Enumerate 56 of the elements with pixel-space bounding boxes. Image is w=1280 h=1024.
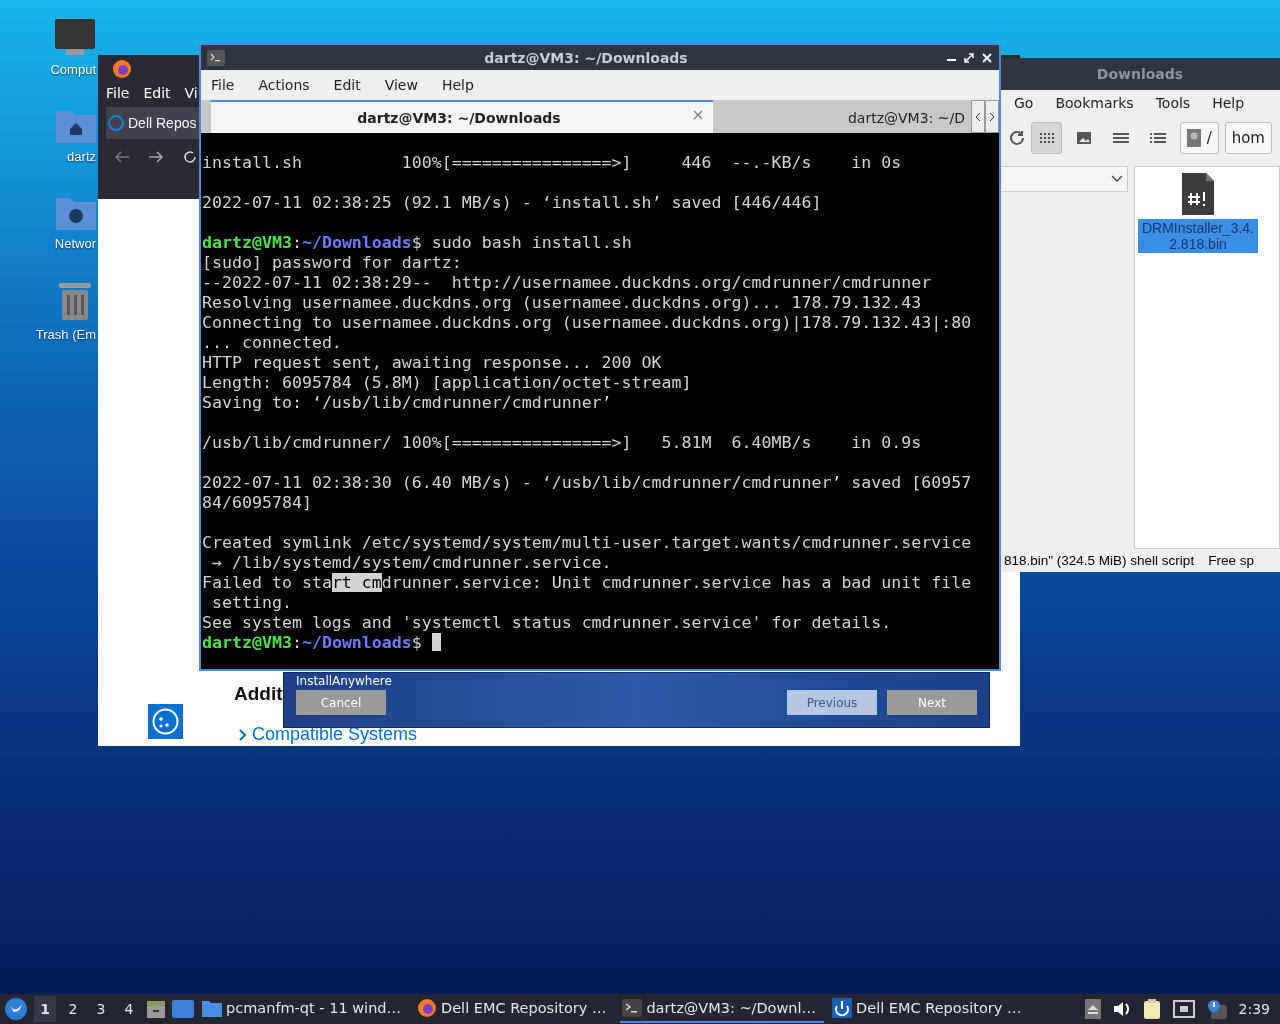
terminal-line: Created symlink /etc/systemd/system/multi-user.target.wants/cmdrunner.service [202,533,973,553]
free-space-text: Free sp [1208,553,1254,568]
browser-tab[interactable]: Dell Repos [106,107,199,139]
terminal-line: ... connected. [202,333,343,353]
menu-item[interactable]: File [211,77,235,93]
terminal-line: Connecting to usernamee.duckdns.org (usernamee.duckdns.org)|178.79.132.43|:80 [202,313,973,333]
terminal-line: HTTP request sent, awaiting response... 200 OK [202,353,663,373]
task-button[interactable]: dartz@VM3: ~/Downl… [620,995,825,1023]
terminal-line: install.sh 100%[================>] 446 --.-KB/s in 0s [202,153,903,173]
menu-item[interactable]: Bookmarks [1055,95,1134,111]
menu-item[interactable]: View [384,77,418,93]
task-button[interactable]: Dell EMC Repository … [415,995,615,1023]
terminal-line: 84/6095784] [202,493,313,513]
path-button[interactable]: / [1179,122,1219,154]
clock: 2:39 [1238,1001,1270,1017]
menu-item[interactable]: Go [1014,95,1034,111]
desktop-icon-label[interactable]: Networ [54,236,96,251]
terminal-tab[interactable]: dartz@VM3: ~/Downloads [211,100,713,133]
menu-item[interactable]: Tools [1155,95,1191,111]
menu-item[interactable]: Actions [258,77,310,93]
terminal-line: → /lib/systemd/system/cmdrunner.service. [211,553,613,573]
terminal-line: Failed to sta rt cmdrunner.service: Unit cmdrunner.service has a bad unit file [202,573,973,593]
installer-title: InstallAnywhere [296,674,393,688]
workspace-button[interactable]: 2 [62,996,84,1022]
terminal-line: [sudo] password for dartz: [202,253,463,273]
terminal-line: /usb/lib/cmdrunner/ 100%[================>] 5.81M 6.40MB/s in 0.9s [202,433,923,453]
window-title: Downloads [1000,58,1280,90]
window-title: dartz@VM3: ~/Downloads [483,49,689,66]
status-text: 818.bin" (324.5 MiB) shell script [1004,553,1195,568]
path-button[interactable]: hom [1224,122,1272,154]
terminal-line: Length: 6095784 (5.8M) [application/octet-stream] [202,373,693,393]
desktop-icon-label[interactable]: Trash (Em [35,327,96,342]
menu-item[interactable]: Help [1212,95,1245,111]
workspace-button[interactable]: 1 [34,996,56,1022]
menu-item[interactable]: Edit [143,85,171,101]
terminal-line: Resolving usernamee.duckdns.org (usernamee.duckdns.org)... 178.79.132.43 [202,293,923,313]
task-button[interactable]: pcmanfm-qt - 11 wind… [200,995,410,1023]
workspace-button[interactable]: 4 [118,996,140,1022]
terminal-prompt-line: dartz@VM3:~/Downloads$ sudo bash install.sh [202,233,633,253]
file-name[interactable]: DRMInstaller_3.4.2.818.bin [1138,219,1258,253]
menu-item[interactable]: File [106,85,130,101]
terminal-line: Saving to: ‘/usb/lib/cmdrunner/cmdrunner’ [202,393,613,413]
terminal-line: 2022-07-11 02:38:25 (92.1 MB/s) - ‘install.sh’ saved [446/446] [202,193,823,213]
terminal-line: --2022-07-11 02:38:29-- http://usernamee.duckdns.org/cmdrunner/cmdrunner [202,273,933,293]
menu-item[interactable]: Edit [333,77,361,93]
menu-item[interactable]: Help [441,77,474,93]
menu-item[interactable]: Vi [184,85,198,101]
section-heading: Addit [234,683,283,705]
task-button[interactable]: Dell EMC Repository … [830,995,1030,1023]
workspace-button[interactable]: 3 [90,996,112,1022]
terminal-line: 2022-07-11 02:38:30 (6.40 MB/s) - ‘/usb/lib/cmdrunner/cmdrunner’ saved [60957 [202,473,973,493]
terminal-line: setting. [211,593,293,613]
section-link[interactable]: Compatible Systems [238,724,418,745]
tab-title: Dell Repos [128,115,197,131]
terminal-line: See system logs and 'systemctl status cmdrunner.service' for details. [202,613,893,633]
terminal-prompt-line: dartz@VM3:~/Downloads$ [202,633,999,653]
